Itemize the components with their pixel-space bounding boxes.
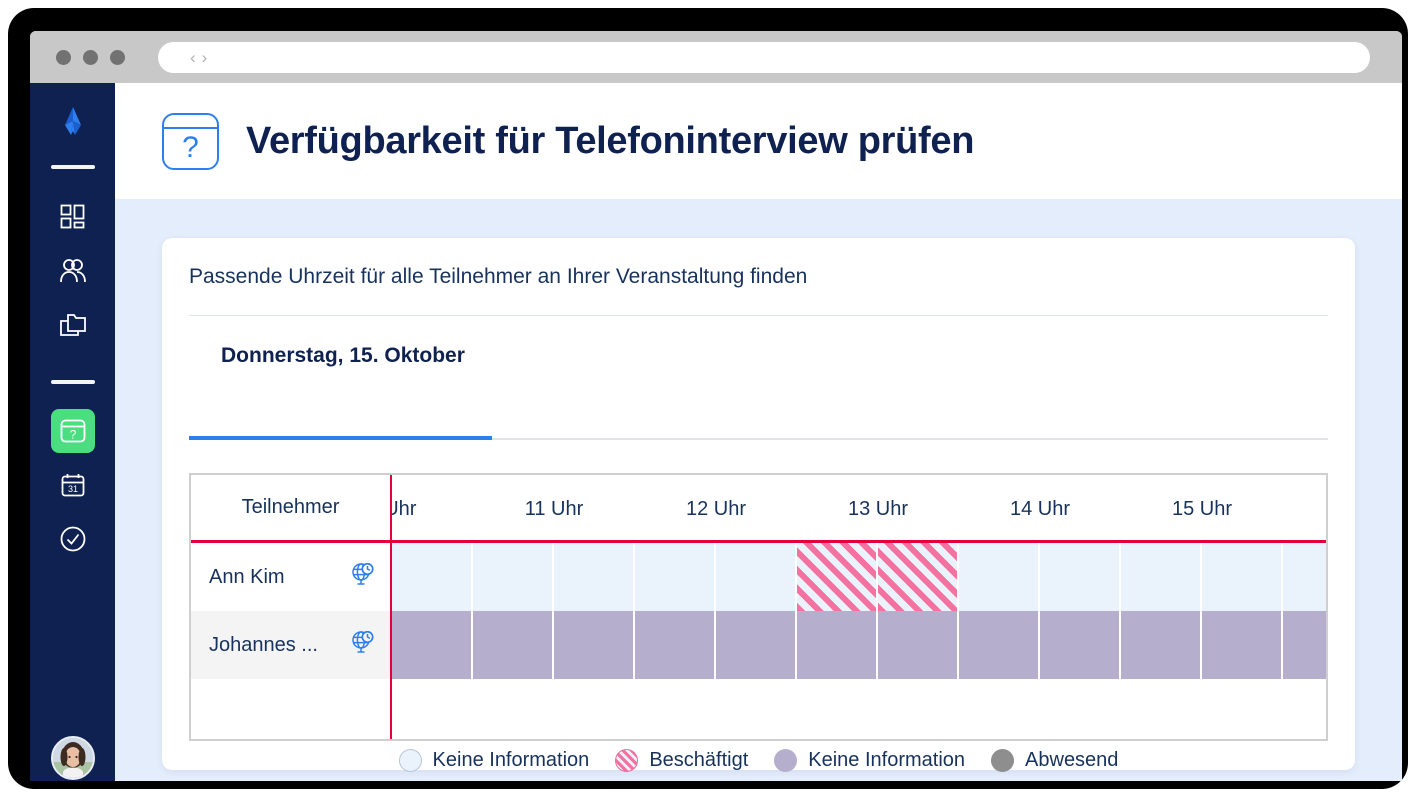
legend-swatch-noinfo-icon bbox=[774, 749, 798, 772]
globe-clock-icon[interactable] bbox=[350, 629, 376, 661]
legend-label: Beschäftigt bbox=[649, 749, 749, 771]
slot-row-ann-kim bbox=[392, 543, 1326, 611]
legend-label: Keine Information bbox=[808, 749, 966, 771]
slot-row-johannes bbox=[392, 611, 1326, 679]
globe-clock-icon[interactable] bbox=[350, 561, 376, 593]
legend-item-keine-information-free: Keine Information bbox=[398, 749, 590, 772]
sidebar-divider-top bbox=[51, 165, 95, 169]
close-window-button[interactable] bbox=[56, 50, 71, 65]
card-divider bbox=[189, 315, 1328, 316]
legend-item-beschaeftigt: Beschäftigt bbox=[615, 749, 748, 772]
participant-row-johannes[interactable]: Johannes ... bbox=[191, 611, 390, 679]
sidebar-divider-bottom bbox=[51, 380, 95, 384]
question-window-icon: ? bbox=[162, 112, 219, 170]
slot[interactable] bbox=[1040, 611, 1119, 679]
slot[interactable] bbox=[959, 611, 1038, 679]
tab-active-indicator bbox=[189, 436, 492, 440]
time-header-14: 14 Uhr bbox=[1009, 497, 1071, 520]
availability-table: 0 Uhr 11 Uhr 12 Uhr 13 Uhr 14 Uhr 15 Uhr bbox=[189, 473, 1328, 741]
slot[interactable] bbox=[1040, 543, 1119, 611]
slot[interactable] bbox=[1283, 543, 1326, 611]
browser-nav-arrows: ‹ › bbox=[190, 49, 207, 66]
slot[interactable] bbox=[716, 611, 795, 679]
date-tabs: Donnerstag, 15. Oktober bbox=[189, 328, 1328, 385]
browser-chrome: ‹ › bbox=[30, 31, 1402, 83]
page-title: Verfügbarkeit für Telefoninterview prüfe… bbox=[246, 119, 975, 162]
slot[interactable] bbox=[554, 543, 633, 611]
page-header: ? Verfügbarkeit für Telefoninterview prü… bbox=[115, 83, 1402, 199]
participant-column: Teilnehmer Ann Kim Johannes ... bbox=[191, 475, 392, 739]
address-bar[interactable]: ‹ › bbox=[158, 42, 1370, 73]
sidebar-item-help[interactable]: ? bbox=[51, 409, 95, 453]
legend-label: Keine Information bbox=[432, 749, 590, 771]
slot[interactable] bbox=[1121, 611, 1200, 679]
sidebar-item-people[interactable] bbox=[51, 249, 95, 293]
app-logo[interactable] bbox=[30, 101, 115, 145]
slot[interactable] bbox=[1283, 611, 1326, 679]
device-frame: ‹ › ? 31 ? Verfügbarkeit für Telefoninte… bbox=[8, 8, 1408, 789]
legend-item-keine-information-noinfo: Keine Information bbox=[774, 749, 965, 772]
slot[interactable] bbox=[473, 543, 552, 611]
sidebar-item-calendar[interactable]: 31 bbox=[51, 463, 95, 507]
slot[interactable] bbox=[1121, 543, 1200, 611]
slot[interactable] bbox=[797, 611, 876, 679]
participant-column-header: Teilnehmer bbox=[191, 475, 390, 543]
slot[interactable] bbox=[716, 543, 795, 611]
time-grid: 0 Uhr 11 Uhr 12 Uhr 13 Uhr 14 Uhr 15 Uhr bbox=[368, 475, 1326, 739]
main-content: ? Verfügbarkeit für Telefoninterview prü… bbox=[115, 83, 1402, 781]
sidebar-item-tasks[interactable] bbox=[51, 517, 95, 561]
time-header-row: 0 Uhr 11 Uhr 12 Uhr 13 Uhr 14 Uhr 15 Uhr bbox=[368, 475, 1326, 543]
slot[interactable] bbox=[797, 543, 876, 611]
time-header-13: 13 Uhr bbox=[847, 497, 909, 520]
sidebar-item-folders[interactable] bbox=[51, 303, 95, 347]
legend-label: Abwesend bbox=[1025, 749, 1119, 771]
slot-row-empty bbox=[392, 679, 1326, 739]
participant-row-empty bbox=[191, 679, 390, 739]
time-header-15: 15 Uhr bbox=[1171, 497, 1233, 520]
maximize-window-button[interactable] bbox=[110, 50, 125, 65]
slot[interactable] bbox=[392, 543, 471, 611]
legend-swatch-free-icon bbox=[398, 749, 422, 772]
slot[interactable] bbox=[1202, 543, 1281, 611]
legend-swatch-busy-icon bbox=[615, 749, 639, 772]
tab-donnerstag-15-oktober[interactable]: Donnerstag, 15. Oktober bbox=[189, 328, 497, 385]
availability-legend: Keine Information Beschäftigt Keine Info… bbox=[162, 749, 1355, 772]
slot[interactable] bbox=[473, 611, 552, 679]
participant-name: Ann Kim bbox=[209, 565, 285, 588]
sidebar-item-dashboard[interactable] bbox=[51, 195, 95, 239]
browser-window: ‹ › ? 31 ? Verfügbarkeit für Telefoninte… bbox=[30, 31, 1402, 781]
legend-swatch-away-icon bbox=[991, 749, 1015, 772]
slot[interactable] bbox=[635, 611, 714, 679]
svg-text:?: ? bbox=[70, 428, 77, 442]
participant-name: Johannes ... bbox=[209, 633, 318, 656]
slot[interactable] bbox=[959, 543, 1038, 611]
card-subtitle: Passende Uhrzeit für alle Teilnehmer an … bbox=[189, 265, 808, 288]
icon-question-glyph: ? bbox=[182, 131, 199, 164]
slot[interactable] bbox=[392, 611, 471, 679]
user-avatar[interactable] bbox=[51, 736, 95, 780]
availability-card: Passende Uhrzeit für alle Teilnehmer an … bbox=[162, 238, 1355, 772]
slot[interactable] bbox=[1202, 611, 1281, 679]
sidebar: ? 31 bbox=[30, 83, 115, 781]
svg-text:31: 31 bbox=[68, 484, 78, 494]
time-header-12: 12 Uhr bbox=[685, 497, 747, 520]
participant-row-ann-kim[interactable]: Ann Kim bbox=[191, 543, 390, 611]
window-traffic-lights bbox=[56, 50, 125, 65]
forward-icon[interactable]: › bbox=[202, 49, 208, 66]
slot[interactable] bbox=[554, 611, 633, 679]
minimize-window-button[interactable] bbox=[83, 50, 98, 65]
slot[interactable] bbox=[635, 543, 714, 611]
legend-item-abwesend: Abwesend bbox=[991, 749, 1118, 772]
back-icon[interactable]: ‹ bbox=[190, 49, 196, 66]
slot[interactable] bbox=[878, 611, 957, 679]
slot[interactable] bbox=[878, 543, 957, 611]
time-header-11: 11 Uhr bbox=[524, 497, 584, 520]
